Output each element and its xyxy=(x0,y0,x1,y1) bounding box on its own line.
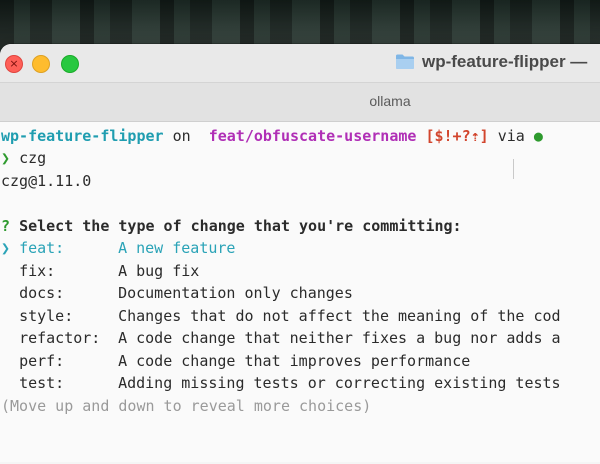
version-line: czg@1.11.0 xyxy=(1,172,92,190)
choice-item[interactable]: ❯ feat: A new feature xyxy=(1,237,235,259)
choice-description: A new feature xyxy=(118,239,236,257)
git-status: [$!+?⇡] xyxy=(425,127,489,145)
choice-type: style: xyxy=(19,306,74,325)
command-text: czg xyxy=(19,149,47,167)
choice-item[interactable]: test: Adding missing tests or correcting … xyxy=(1,372,561,394)
choice-pointer-icon xyxy=(1,374,10,392)
choice-pointer-icon xyxy=(1,307,10,325)
tab-title[interactable]: ollama xyxy=(0,93,600,109)
terminal-window: × wp-feature-flipper — ollama wp-feature… xyxy=(0,44,600,464)
choice-pointer-icon xyxy=(1,329,10,347)
choice-item[interactable]: refactor: A code change that neither fixe… xyxy=(1,327,561,349)
prompt-symbol: ❯ xyxy=(1,149,11,167)
prompt-line: wp-feature-flipper on feat/obfuscate-use… xyxy=(1,125,543,147)
close-icon: × xyxy=(9,57,19,70)
choice-type: refactor: xyxy=(19,329,101,347)
choice-description: A code change that neither fixes a bug n… xyxy=(118,329,561,347)
prompt-directory: wp-feature-flipper xyxy=(1,127,164,145)
choice-type: test: xyxy=(19,374,65,392)
close-window-button[interactable]: × xyxy=(5,55,23,73)
choice-item[interactable]: docs: Documentation only changes xyxy=(1,282,353,304)
choice-description: Adding missing tests or correcting exist… xyxy=(118,374,561,392)
command-line: ❯ czg xyxy=(1,147,46,169)
choice-pointer-icon xyxy=(1,284,10,302)
tab-bar: ollama xyxy=(0,83,600,122)
question-mark-icon: ? xyxy=(1,217,11,235)
navigation-hint: (Move up and down to reveal more choices… xyxy=(1,397,372,415)
choice-pointer-icon xyxy=(1,262,10,280)
choice-type: perf: xyxy=(19,351,65,370)
prompt-on-text: on xyxy=(172,127,191,145)
prompt-via-text: via xyxy=(497,127,525,145)
choice-description: A code change that improves performance xyxy=(118,351,471,370)
choice-description: A bug fix xyxy=(118,261,200,280)
choice-item[interactable]: fix: A bug fix xyxy=(1,260,199,282)
zoom-window-button[interactable] xyxy=(61,55,79,73)
text-cursor xyxy=(513,159,514,179)
window-title: wp-feature-flipper — xyxy=(422,52,588,71)
choice-pointer-icon: ❯ xyxy=(1,239,11,257)
runtime-icon: ● xyxy=(533,127,543,145)
terminal-content[interactable]: wp-feature-flipper on feat/obfuscate-use… xyxy=(0,122,600,462)
desktop-wallpaper xyxy=(0,0,600,48)
choice-description: Changes that do not affect the meaning o… xyxy=(118,306,561,325)
git-branch-name: feat/obfuscate-username xyxy=(208,127,417,145)
minimize-window-button[interactable] xyxy=(32,55,50,73)
choice-pointer-icon xyxy=(1,352,10,370)
choice-type: fix: xyxy=(19,261,56,280)
choice-type: docs: xyxy=(19,284,65,302)
choice-item[interactable]: style: Changes that do not affect the mea… xyxy=(1,305,561,327)
title-bar[interactable]: × wp-feature-flipper — xyxy=(0,44,600,83)
question-line: ? Select the type of change that you're … xyxy=(1,215,462,237)
folder-icon xyxy=(396,54,414,69)
question-text: Select the type of change that you're co… xyxy=(19,217,462,235)
choice-type: feat: xyxy=(19,239,65,257)
choice-description: Documentation only changes xyxy=(118,284,353,302)
choice-item[interactable]: perf: A code change that improves perform… xyxy=(1,350,470,372)
